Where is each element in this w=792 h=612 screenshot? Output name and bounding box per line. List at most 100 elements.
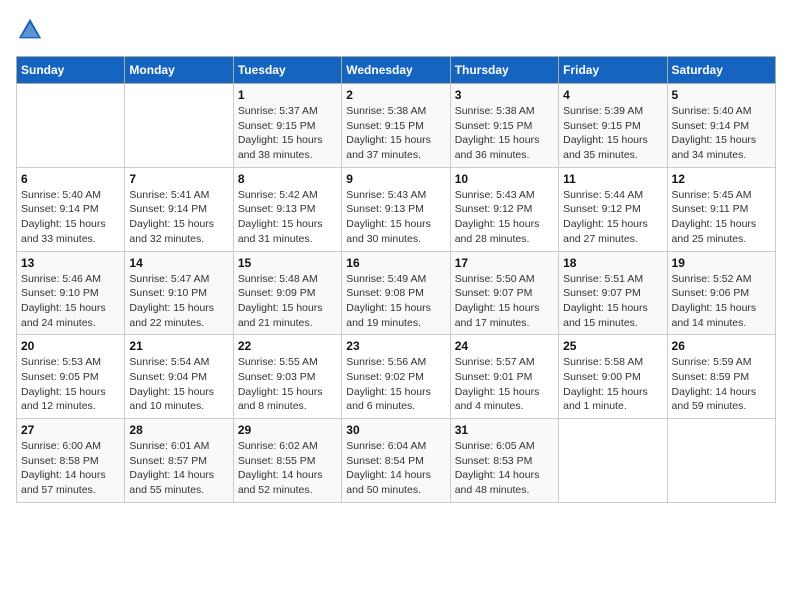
day-info: Sunrise: 5:58 AM Sunset: 9:00 PM Dayligh… [563,355,662,414]
day-info: Sunrise: 5:54 AM Sunset: 9:04 PM Dayligh… [129,355,228,414]
calendar-week-row: 1 Sunrise: 5:37 AM Sunset: 9:15 PM Daylig… [17,84,776,168]
weekday-row: SundayMondayTuesdayWednesdayThursdayFrid… [17,57,776,84]
day-number: 27 [21,423,120,437]
day-info: Sunrise: 6:01 AM Sunset: 8:57 PM Dayligh… [129,439,228,498]
calendar-cell: 4 Sunrise: 5:39 AM Sunset: 9:15 PM Daylig… [559,84,667,168]
calendar-cell: 10 Sunrise: 5:43 AM Sunset: 9:12 PM Dayli… [450,167,558,251]
calendar-cell: 26 Sunrise: 5:59 AM Sunset: 8:59 PM Dayli… [667,335,775,419]
day-number: 6 [21,172,120,186]
weekday-header-friday: Friday [559,57,667,84]
day-number: 1 [238,88,337,102]
calendar-table: SundayMondayTuesdayWednesdayThursdayFrid… [16,56,776,503]
calendar-cell: 22 Sunrise: 5:55 AM Sunset: 9:03 PM Dayli… [233,335,341,419]
day-number: 17 [455,256,554,270]
logo [16,16,48,44]
calendar-cell [17,84,125,168]
day-number: 18 [563,256,662,270]
day-info: Sunrise: 6:04 AM Sunset: 8:54 PM Dayligh… [346,439,445,498]
calendar-cell: 3 Sunrise: 5:38 AM Sunset: 9:15 PM Daylig… [450,84,558,168]
day-number: 26 [672,339,771,353]
calendar-cell: 25 Sunrise: 5:58 AM Sunset: 9:00 PM Dayli… [559,335,667,419]
day-info: Sunrise: 5:46 AM Sunset: 9:10 PM Dayligh… [21,272,120,331]
day-number: 16 [346,256,445,270]
calendar-cell: 28 Sunrise: 6:01 AM Sunset: 8:57 PM Dayli… [125,419,233,503]
day-info: Sunrise: 5:52 AM Sunset: 9:06 PM Dayligh… [672,272,771,331]
day-info: Sunrise: 5:39 AM Sunset: 9:15 PM Dayligh… [563,104,662,163]
calendar-cell: 24 Sunrise: 5:57 AM Sunset: 9:01 PM Dayli… [450,335,558,419]
calendar-cell: 8 Sunrise: 5:42 AM Sunset: 9:13 PM Daylig… [233,167,341,251]
day-info: Sunrise: 5:43 AM Sunset: 9:13 PM Dayligh… [346,188,445,247]
day-info: Sunrise: 5:40 AM Sunset: 9:14 PM Dayligh… [672,104,771,163]
calendar-week-row: 6 Sunrise: 5:40 AM Sunset: 9:14 PM Daylig… [17,167,776,251]
day-number: 4 [563,88,662,102]
day-info: Sunrise: 5:43 AM Sunset: 9:12 PM Dayligh… [455,188,554,247]
calendar-cell: 23 Sunrise: 5:56 AM Sunset: 9:02 PM Dayli… [342,335,450,419]
day-number: 24 [455,339,554,353]
weekday-header-tuesday: Tuesday [233,57,341,84]
calendar-cell: 15Sunrise: 5:48 AM Sunset: 9:09 PM Dayli… [233,251,341,335]
day-number: 14 [129,256,228,270]
weekday-header-sunday: Sunday [17,57,125,84]
day-number: 9 [346,172,445,186]
day-info: Sunrise: 5:41 AM Sunset: 9:14 PM Dayligh… [129,188,228,247]
day-number: 2 [346,88,445,102]
day-number: 13 [21,256,120,270]
day-number: 29 [238,423,337,437]
calendar-cell [559,419,667,503]
day-info: Sunrise: 5:50 AM Sunset: 9:07 PM Dayligh… [455,272,554,331]
day-number: 7 [129,172,228,186]
day-info: Sunrise: 6:02 AM Sunset: 8:55 PM Dayligh… [238,439,337,498]
calendar-week-row: 13 Sunrise: 5:46 AM Sunset: 9:10 PM Dayli… [17,251,776,335]
day-info: Sunrise: 5:53 AM Sunset: 9:05 PM Dayligh… [21,355,120,414]
day-info: Sunrise: 5:42 AM Sunset: 9:13 PM Dayligh… [238,188,337,247]
weekday-header-monday: Monday [125,57,233,84]
calendar-cell: 11Sunrise: 5:44 AM Sunset: 9:12 PM Dayli… [559,167,667,251]
day-info: Sunrise: 5:40 AM Sunset: 9:14 PM Dayligh… [21,188,120,247]
weekday-header-saturday: Saturday [667,57,775,84]
day-info: Sunrise: 5:59 AM Sunset: 8:59 PM Dayligh… [672,355,771,414]
day-info: Sunrise: 5:47 AM Sunset: 9:10 PM Dayligh… [129,272,228,331]
calendar-week-row: 20 Sunrise: 5:53 AM Sunset: 9:05 PM Dayli… [17,335,776,419]
calendar-header: SundayMondayTuesdayWednesdayThursdayFrid… [17,57,776,84]
logo-icon [16,16,44,44]
calendar-cell: 30 Sunrise: 6:04 AM Sunset: 8:54 PM Dayli… [342,419,450,503]
day-number: 10 [455,172,554,186]
calendar-week-row: 27Sunrise: 6:00 AM Sunset: 8:58 PM Dayli… [17,419,776,503]
day-number: 3 [455,88,554,102]
day-number: 25 [563,339,662,353]
calendar-cell: 7 Sunrise: 5:41 AM Sunset: 9:14 PM Daylig… [125,167,233,251]
calendar-cell: 6 Sunrise: 5:40 AM Sunset: 9:14 PM Daylig… [17,167,125,251]
day-number: 20 [21,339,120,353]
calendar-cell: 17 Sunrise: 5:50 AM Sunset: 9:07 PM Dayli… [450,251,558,335]
day-info: Sunrise: 5:49 AM Sunset: 9:08 PM Dayligh… [346,272,445,331]
day-number: 28 [129,423,228,437]
day-info: Sunrise: 5:51 AM Sunset: 9:07 PM Dayligh… [563,272,662,331]
calendar-cell [125,84,233,168]
calendar-cell: 16 Sunrise: 5:49 AM Sunset: 9:08 PM Dayli… [342,251,450,335]
day-number: 5 [672,88,771,102]
day-info: Sunrise: 5:38 AM Sunset: 9:15 PM Dayligh… [455,104,554,163]
day-info: Sunrise: 5:37 AM Sunset: 9:15 PM Dayligh… [238,104,337,163]
calendar-cell: 29 Sunrise: 6:02 AM Sunset: 8:55 PM Dayli… [233,419,341,503]
day-info: Sunrise: 5:56 AM Sunset: 9:02 PM Dayligh… [346,355,445,414]
calendar-cell: 1 Sunrise: 5:37 AM Sunset: 9:15 PM Daylig… [233,84,341,168]
day-info: Sunrise: 5:55 AM Sunset: 9:03 PM Dayligh… [238,355,337,414]
day-number: 12 [672,172,771,186]
day-number: 23 [346,339,445,353]
calendar-cell: 5 Sunrise: 5:40 AM Sunset: 9:14 PM Daylig… [667,84,775,168]
day-number: 30 [346,423,445,437]
calendar-cell [667,419,775,503]
calendar-cell: 2 Sunrise: 5:38 AM Sunset: 9:15 PM Daylig… [342,84,450,168]
calendar-cell: 13 Sunrise: 5:46 AM Sunset: 9:10 PM Dayli… [17,251,125,335]
day-number: 15 [238,256,337,270]
day-number: 31 [455,423,554,437]
weekday-header-wednesday: Wednesday [342,57,450,84]
calendar-cell: 14 Sunrise: 5:47 AM Sunset: 9:10 PM Dayli… [125,251,233,335]
day-info: Sunrise: 5:44 AM Sunset: 9:12 PM Dayligh… [563,188,662,247]
day-number: 22 [238,339,337,353]
day-info: Sunrise: 5:38 AM Sunset: 9:15 PM Dayligh… [346,104,445,163]
calendar-body: 1 Sunrise: 5:37 AM Sunset: 9:15 PM Daylig… [17,84,776,503]
day-number: 8 [238,172,337,186]
calendar-cell: 21Sunrise: 5:54 AM Sunset: 9:04 PM Dayli… [125,335,233,419]
day-info: Sunrise: 5:57 AM Sunset: 9:01 PM Dayligh… [455,355,554,414]
